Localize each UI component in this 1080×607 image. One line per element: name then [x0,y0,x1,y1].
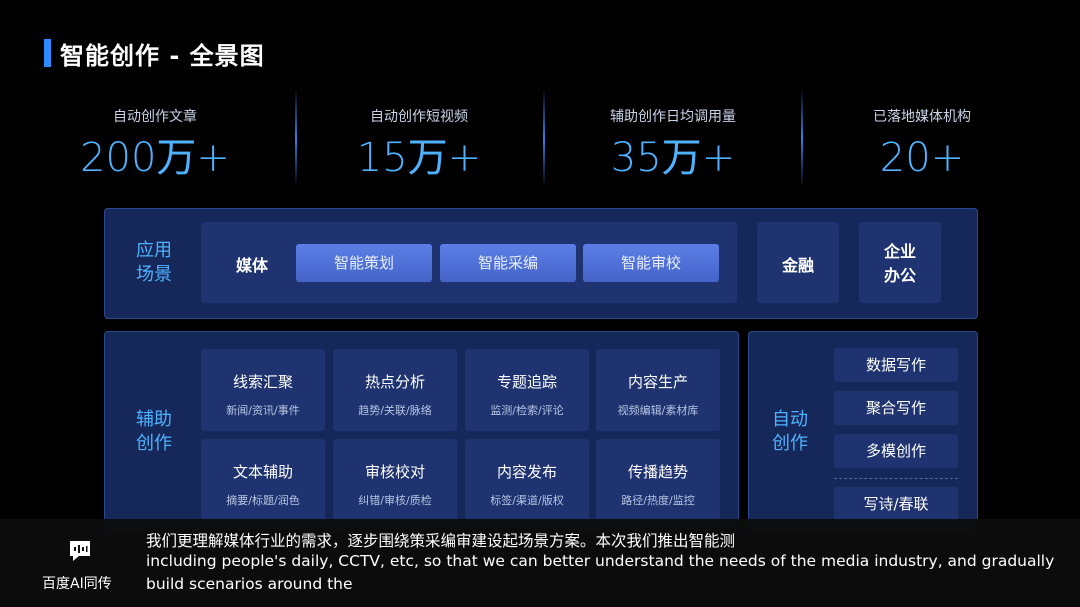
stat-number: 20 [879,135,931,181]
stat-number: 200万 [80,135,197,181]
logo-text: 百度AI同传 [42,576,112,592]
stat-plus: + [196,135,230,181]
title-accent-bar [44,39,51,67]
assist-cell[interactable]: 专题追踪监测/检索/评论 [465,349,589,431]
office-label: 企业 办公 [859,240,941,288]
stat-plus: + [930,135,965,181]
stat-plus: + [701,135,736,181]
stat-label: 辅助创作日均调用量 [610,109,736,125]
chip-editing[interactable]: 智能采编 [440,244,576,282]
assist-cell-title: 热点分析 [364,373,425,391]
stat-value: 20+ [822,134,1022,182]
assist-label-line1: 辅助 [136,409,172,430]
scenes-label-line1: 应用 [136,240,172,261]
stat-label: 自动创作文章 [113,109,197,125]
assist-cell[interactable]: 内容发布标签/渠道/版权 [465,439,589,521]
translate-logo-icon [70,541,90,561]
assist-cell[interactable]: 线索汇聚新闻/资讯/事件 [201,349,325,431]
stat-label: 已落地媒体机构 [873,109,971,125]
auto-divider [834,478,958,479]
stat-videos: 自动创作短视频 15万+ [319,106,519,182]
auto-label: 自动 创作 [760,408,820,456]
stat-value: 35万+ [573,134,773,182]
subtitle-line-cn: 我们更理解媒体行业的需求，逐步围绕策采编审建设起场景方案。本次我们推出智能测 [146,532,736,550]
stat-calls: 辅助创作日均调用量 35万+ [573,106,773,182]
stat-articles: 自动创作文章 200万+ [55,106,255,182]
auto-label-line1: 自动 [772,409,808,430]
assist-cell-sub: 摘要/标题/润色 [226,494,300,507]
stat-plus: + [447,135,482,181]
stat-label: 自动创作短视频 [370,109,468,125]
scenes-label: 应用 场景 [124,239,184,287]
auto-item-poetry[interactable]: 写诗/春联 [834,487,958,521]
stat-divider [295,88,297,188]
subtitle-line-en-2: build scenarios around the [146,575,353,593]
assist-cell-title: 内容生产 [627,373,688,391]
stat-institutions: 已落地媒体机构 20+ [822,106,1022,182]
assist-cell-sub: 趋势/关联/脉络 [358,404,432,417]
assist-cell-sub: 纠错/审核/质检 [358,494,432,507]
stat-number: 35万 [610,135,702,181]
assist-cell[interactable]: 传播趋势路径/热度/监控 [596,439,720,521]
media-label: 媒体 [235,256,268,275]
assist-cell-sub: 视频编辑/素材库 [617,404,699,417]
chip-review[interactable]: 智能审校 [583,244,719,282]
assist-cell-sub: 路径/热度/监控 [621,494,695,507]
assist-cell[interactable]: 内容生产视频编辑/素材库 [596,349,720,431]
office-label-line1: 企业 [883,242,916,261]
assist-cell[interactable]: 审核校对纠错/审核/质检 [333,439,457,521]
assist-cell-title: 文本辅助 [232,463,293,481]
subtitle-line-en-1: including people's daily, CCTV, etc, so … [146,552,1055,570]
stat-value: 200万+ [55,134,255,182]
stat-value: 15万+ [319,134,519,182]
stat-divider [801,88,803,188]
assist-cell-title: 内容发布 [496,463,557,481]
assist-cell[interactable]: 热点分析趋势/关联/脉络 [333,349,457,431]
assist-cell-sub: 监测/检索/评论 [490,404,564,417]
page-title: 智能创作 - 全景图 [60,42,265,70]
assist-cell-title: 审核校对 [364,463,425,481]
office-label-line2: 办公 [883,266,916,285]
assist-cell-title: 线索汇聚 [232,373,293,391]
auto-item-multimodal[interactable]: 多模创作 [834,434,958,468]
stat-number: 15万 [356,135,448,181]
assist-cell-sub: 标签/渠道/版权 [490,494,564,507]
auto-item-aggregate-writing[interactable]: 聚合写作 [834,391,958,425]
finance-label: 金融 [781,256,814,275]
assist-cell-sub: 新闻/资讯/事件 [226,404,300,417]
assist-label-line2: 创作 [136,433,172,454]
assist-cell[interactable]: 文本辅助摘要/标题/润色 [201,439,325,521]
assist-cell-title: 专题追踪 [496,373,557,391]
assist-cell-title: 传播趋势 [627,463,688,481]
auto-item-data-writing[interactable]: 数据写作 [834,348,958,382]
assist-label: 辅助 创作 [124,408,184,456]
stat-divider [543,88,545,188]
auto-label-line2: 创作 [772,433,808,454]
chip-planning[interactable]: 智能策划 [296,244,432,282]
scenes-label-line2: 场景 [136,264,172,285]
